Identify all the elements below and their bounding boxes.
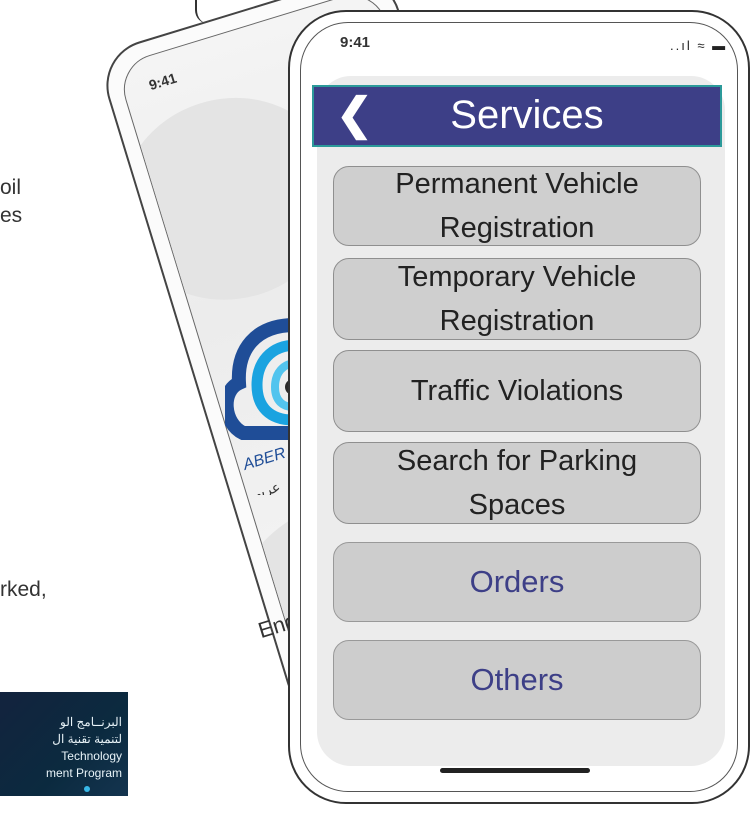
button-label-line: Registration <box>439 305 595 337</box>
background-phone-time: 9:41 <box>146 69 179 94</box>
background-text-fragment: es <box>0 204 23 227</box>
button-label-line: Traffic Violations <box>410 375 624 407</box>
search-parking-spaces-button[interactable]: Search for Parking Spaces <box>333 442 701 524</box>
arabic-language-label: عربي <box>247 479 282 495</box>
banner-text-english: ment Program <box>45 766 122 780</box>
banner-text-english: Technology <box>61 749 122 763</box>
temporary-vehicle-registration-button[interactable]: Temporary Vehicle Registration <box>333 258 701 340</box>
program-banner: البرنــامج الو لتنمية تقنية ال Technolog… <box>0 692 128 796</box>
orders-button[interactable]: Orders <box>333 542 701 622</box>
others-button[interactable]: Others <box>333 640 701 720</box>
button-label-line: Others <box>470 662 564 697</box>
background-text-fragment: rked, <box>0 578 47 601</box>
button-label-line: Search for Parking <box>396 445 638 477</box>
logo-text: ABER <box>240 445 288 474</box>
button-label-line: Permanent Vehicle <box>395 168 639 200</box>
button-label-line: Orders <box>469 564 565 599</box>
status-bar-time: 9:41 <box>340 34 371 51</box>
button-label-line: Registration <box>439 212 595 244</box>
banner-text-arabic: لتنمية تقنية ال <box>52 732 122 746</box>
background-text-fragment: oil <box>0 176 22 199</box>
banner-decoration <box>84 786 90 792</box>
traffic-violations-button[interactable]: Traffic Violations <box>333 350 701 432</box>
services-header: ❮ Services <box>312 85 722 147</box>
status-bar-icons: ..ıl ≈ ▬ <box>670 38 728 53</box>
permanent-vehicle-registration-button[interactable]: Permanent Vehicle Registration <box>333 166 701 246</box>
button-label-line: Temporary Vehicle <box>397 261 637 293</box>
banner-text-arabic: البرنــامج الو <box>60 715 122 729</box>
home-indicator <box>440 768 590 773</box>
button-label-line: Spaces <box>468 489 566 521</box>
page-title: Services <box>450 93 604 137</box>
